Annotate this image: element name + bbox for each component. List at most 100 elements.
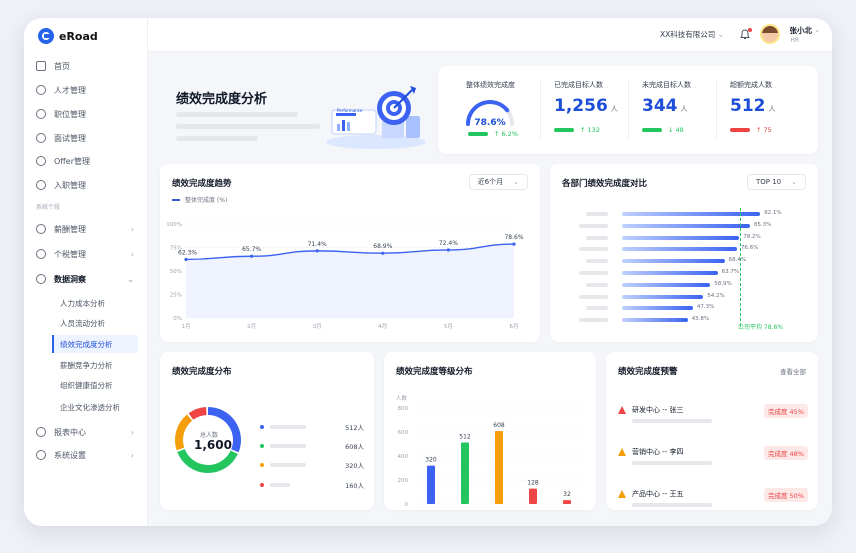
period-dropdown[interactable]: 近6个月 ⌄ [468,174,528,190]
sidebar-item[interactable]: 入职管理 [36,175,140,195]
sidebar-subitem[interactable]: 绩效完成度分析 [52,335,138,353]
dept-bar[interactable] [622,318,688,323]
dept-bar-value: 92.1% [764,210,782,216]
kpi-label: 整体绩效完成度 [466,81,515,89]
dept-bar-value: 63.7% [721,269,740,275]
kpi-unit: 人 [610,105,618,113]
avatar[interactable] [760,24,780,44]
kpi-label: 超额完成人数 [730,81,772,89]
data-label: 71.4% [308,241,327,248]
donut-slice[interactable] [188,407,207,420]
y-tick-label: 400 [398,454,409,460]
target-illustration: Performance [326,86,426,149]
dept-bar-value: 47.3% [696,304,715,311]
sidebar-subitem[interactable]: 人力成本分析 [52,294,138,312]
sidebar-item[interactable]: 个税管理 › [36,244,140,264]
sidebar-item[interactable]: Offer管理 [36,151,140,171]
sidebar-item[interactable]: 薪酬管理 › [36,219,140,239]
user-name[interactable]: 张小北 [790,25,813,36]
sidebar-subitem[interactable]: 企业文化渗透分析 [52,398,138,416]
kpi-delta: ↑ 75 [756,126,772,134]
sidebar-item[interactable]: 人才管理 [36,80,140,100]
dept-bar[interactable] [622,294,704,299]
x-tick-label: 1月 [182,323,191,330]
topbar: XX科技有限公司 ⌄ 张小北 HR ⌄ [148,18,832,52]
sidebar: eRoad 首页 人才管理 职位管理 面试管理 Offer管理 入职管理 系统个段 薪酬管理 ›… [24,18,148,526]
card-title: 各部门绩效完成度对比 [562,179,648,189]
y-tick-label: 25% [170,293,182,299]
warning-item[interactable]: 营销中心 -- 李四 完成度 48% [618,446,808,476]
dept-bar[interactable] [622,259,725,264]
warning-text: 研发中心 -- 张三 [632,406,684,414]
page-title: 绩效完成度分析 [176,92,268,107]
building-icon [36,109,46,119]
company-selector[interactable]: XX科技有限公司 ⌄ [660,29,724,40]
kpi-delta-value: 6.2% [501,130,519,138]
logo[interactable]: eRoad [38,26,98,46]
donut-slice[interactable] [177,448,238,473]
legend-dot [260,425,264,429]
grade-bar[interactable] [529,488,537,504]
sidebar-item[interactable]: 面试管理 [36,128,140,148]
sidebar-item[interactable]: 报表中心 › [36,422,140,442]
trend-point[interactable] [250,254,254,258]
chevron-down-icon: ⌄ [717,30,724,39]
distribution-value: 320人 [345,462,364,470]
chart-legend: 整体完成度 (%) [172,195,227,204]
sidebar-item[interactable]: 数据洞察 ⌄ [36,269,140,289]
bar-value-label: 128 [527,480,539,487]
dept-label-placeholder [586,282,608,287]
y-tick-label: 100% [166,222,182,228]
x-tick-label: 3月 [313,323,322,330]
grade-bar[interactable] [427,465,435,504]
sidebar-item[interactable]: 职位管理 [36,104,140,124]
dept-bar[interactable] [622,306,693,311]
donut-slice[interactable] [175,414,193,451]
dept-bar[interactable] [622,223,750,228]
kpi-value: 512 人 [730,96,776,116]
data-label: 65.7% [242,246,261,253]
view-all-link[interactable]: 查看全部 [780,366,806,376]
sidebar-subitem[interactable]: 组织健康值分析 [52,376,138,394]
warning-detail-placeholder [632,503,712,507]
completion-badge: 完成度 45% [763,404,808,418]
chevron-right-icon: › [130,224,134,234]
legend-label: 整体完成度 (%) [185,197,228,204]
distribution-value: 608人 [345,443,364,451]
sidebar-subitem[interactable]: 人员流动分析 [52,314,138,332]
warning-item[interactable]: 产品中心 -- 王五 完成度 50% [618,488,808,518]
clipboard-icon [36,133,46,143]
kpi-unit: 人 [768,105,776,113]
distribution-row: 160人 [260,480,364,490]
sidebar-item[interactable]: 首页 [36,56,140,76]
grade-bar[interactable] [495,431,503,504]
legend-dot [260,483,264,487]
top-selector[interactable]: TOP 10 ⌄ [746,174,806,190]
trend-point[interactable] [315,249,319,253]
y-tick-label: 0 [405,502,409,508]
dept-bar[interactable] [622,282,711,287]
warning-icon [618,490,626,498]
kpi-card: 整体绩效完成度 78.6% ↑ 6.2% 已完成目标人数 1,256 人 ↑ 13… [438,66,818,154]
trend-point[interactable] [512,242,516,246]
dept-label-placeholder [579,247,608,252]
grade-card: 绩效完成度等级分布 人数8006004002000320S512A608B128… [384,352,596,510]
trend-point[interactable] [184,257,188,262]
data-label: 78.6% [504,234,523,241]
dept-bar[interactable] [622,247,737,252]
chevron-down-icon[interactable]: ⌄ [814,26,820,34]
x-tick-label: 2月 [247,323,256,330]
warning-card: 绩效完成度预警 查看全部 研发中心 -- 张三 完成度 45% 营销中心 -- 李四… [606,352,818,510]
grade-bar[interactable] [461,442,469,504]
warning-item[interactable]: 研发中心 -- 张三 完成度 45% [618,404,808,434]
dept-bar[interactable] [622,235,740,240]
trend-point[interactable] [381,251,385,255]
trend-point[interactable] [446,248,450,252]
grade-bar[interactable] [563,500,571,504]
sidebar-subitem[interactable]: 薪酬竞争力分析 [52,356,138,374]
dept-bar[interactable] [622,271,718,275]
sidebar-item[interactable]: 系统设置 › [36,445,140,465]
dept-label-placeholder [586,306,608,311]
dept-label-placeholder [579,271,608,275]
dept-bar-value: 54.2% [707,292,725,299]
